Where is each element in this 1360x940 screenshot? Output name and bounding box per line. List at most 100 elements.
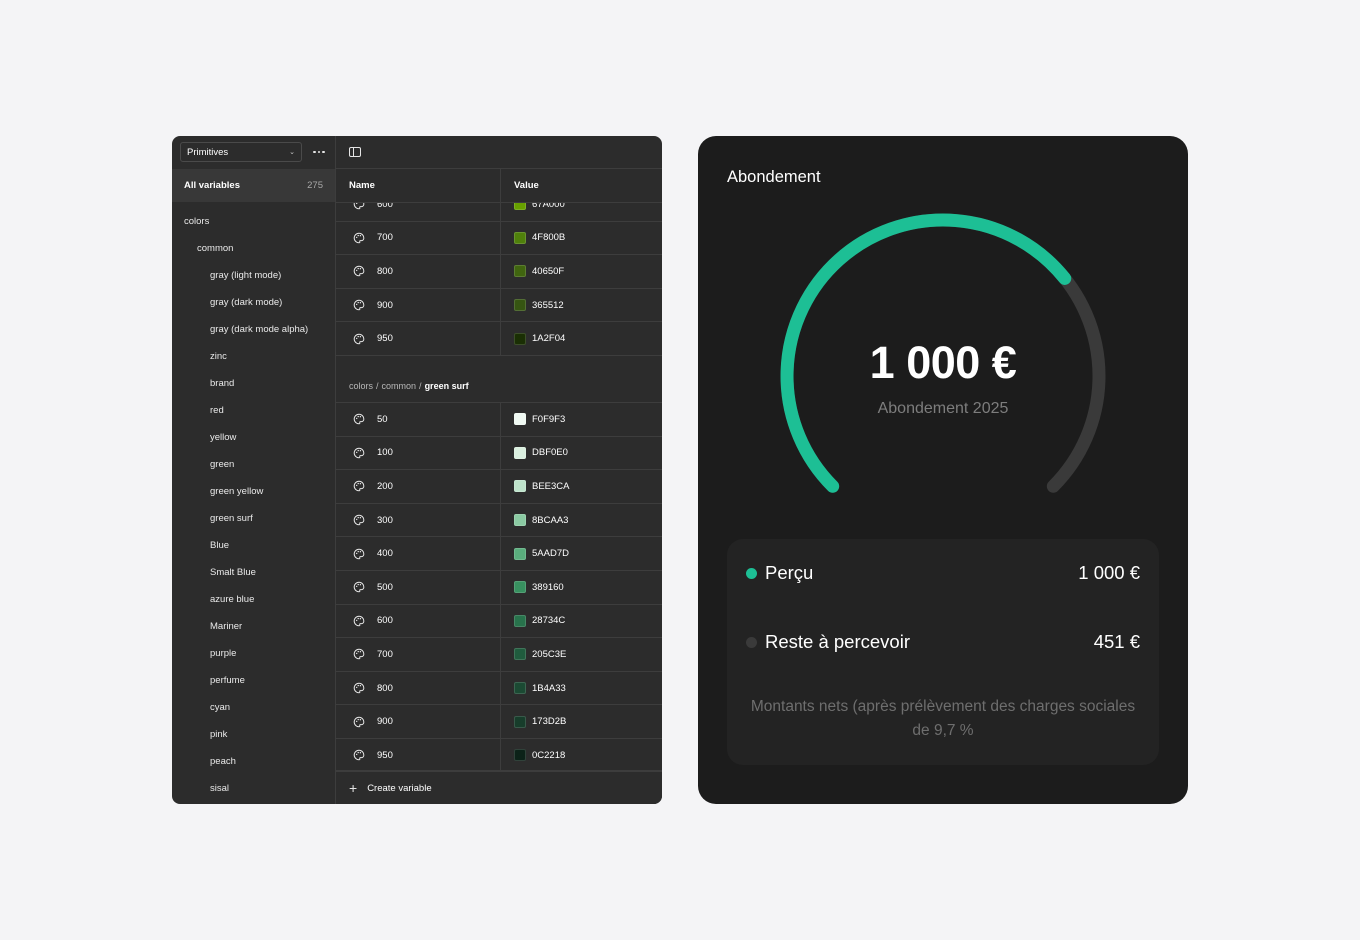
color-swatch <box>514 581 526 594</box>
variable-name: 300 <box>377 514 393 526</box>
variable-value: 365512 <box>532 299 564 311</box>
sidebar-group-item[interactable]: zinc <box>172 343 335 370</box>
sidebar-group-item[interactable]: cyan <box>172 694 335 721</box>
variable-value-cell[interactable]: F0F9F3 <box>501 403 565 436</box>
variable-value-cell[interactable]: 173D2B <box>501 705 566 738</box>
variable-value: 4F800B <box>532 232 566 244</box>
variable-value-cell[interactable]: 4F800B <box>501 222 565 255</box>
variable-value-cell[interactable]: 1B4A33 <box>501 672 566 705</box>
variable-value-cell[interactable]: 28734C <box>501 605 565 638</box>
chevron-down-icon: ⌄ <box>289 149 295 156</box>
sidebar-group-item[interactable]: common <box>172 235 335 262</box>
variable-row[interactable]: 800 1B4A33 <box>336 671 662 706</box>
sidebar-group-item[interactable]: colors <box>172 208 335 235</box>
variable-name-cell: 50 <box>336 402 501 436</box>
sidebar-toggle-icon[interactable] <box>349 147 361 157</box>
variable-row[interactable]: 600 28734C <box>336 604 662 639</box>
color-swatch <box>514 749 526 762</box>
variable-name-cell: 950 <box>336 322 501 355</box>
variable-row[interactable]: 600 67A000 <box>336 203 662 222</box>
more-options-button[interactable] <box>310 142 328 162</box>
sidebar-group-item[interactable]: peach <box>172 748 335 775</box>
variable-name: 800 <box>377 682 393 694</box>
summary-label: Reste à percevoir <box>765 631 910 652</box>
sidebar-group-item[interactable]: yellow <box>172 424 335 451</box>
sidebar-group-item[interactable]: purple <box>172 640 335 667</box>
variable-value: DBF0E0 <box>532 447 568 459</box>
sidebar-group-item[interactable]: green <box>172 451 335 478</box>
variable-value-cell[interactable]: 1A2F04 <box>501 322 565 355</box>
palette-icon <box>353 203 365 210</box>
sidebar-group-item[interactable]: Smalt Blue <box>172 559 335 586</box>
variable-row[interactable]: 800 40650F <box>336 255 662 289</box>
variable-value-cell[interactable]: BEE3CA <box>501 470 570 503</box>
summary-value: 451 € <box>1093 631 1140 652</box>
variable-value-cell[interactable]: 205C3E <box>501 638 566 671</box>
variable-name: 600 <box>377 203 393 210</box>
color-swatch <box>514 265 526 278</box>
sidebar-group-item[interactable]: gray (dark mode) <box>172 289 335 316</box>
color-swatch <box>514 332 526 345</box>
variable-value: F0F9F3 <box>532 413 566 425</box>
variable-row[interactable]: 200 BEE3CA <box>336 470 662 504</box>
variable-value-cell[interactable]: DBF0E0 <box>501 437 568 470</box>
sidebar-group-item[interactable]: perfume <box>172 667 335 694</box>
sidebar-group-item[interactable]: green surf <box>172 505 335 532</box>
sidebar-group-item[interactable]: sisal <box>172 775 335 802</box>
variable-name: 400 <box>377 548 393 560</box>
variable-name: 900 <box>377 299 393 311</box>
sidebar-group-item[interactable]: azure blue <box>172 586 335 613</box>
variable-value-cell[interactable]: 365512 <box>501 289 564 322</box>
variable-name-cell: 400 <box>336 537 501 570</box>
column-header-value: Value <box>514 180 539 191</box>
variable-value-cell[interactable]: 5AAD7D <box>501 537 569 570</box>
variable-name: 50 <box>377 413 388 425</box>
summary-label: Perçu <box>765 562 814 583</box>
sidebar-group-item[interactable]: gray (light mode) <box>172 262 335 289</box>
variable-name: 700 <box>377 648 393 660</box>
collection-select[interactable]: Primitives ⌄ <box>180 142 302 162</box>
variable-row[interactable]: 900 173D2B <box>336 705 662 739</box>
variable-name: 100 <box>377 447 393 459</box>
status-dot <box>746 636 757 648</box>
variable-value: 67A000 <box>532 203 565 210</box>
variable-value-cell[interactable]: 8BCAA3 <box>501 504 568 537</box>
sidebar-group-item[interactable]: pink <box>172 721 335 748</box>
create-variable-button[interactable]: + Create variable <box>336 770 662 804</box>
variable-value-cell[interactable]: 67A000 <box>501 203 565 221</box>
sidebar-group-item[interactable]: green yellow <box>172 478 335 505</box>
variable-row[interactable]: 900 365512 <box>336 288 662 323</box>
variable-value-cell[interactable]: 0C2218 <box>501 739 565 770</box>
summary-label-group: Reste à percevoir <box>746 631 910 653</box>
variable-name-cell: 800 <box>336 255 501 288</box>
sidebar-group-item[interactable]: red <box>172 397 335 424</box>
variable-name: 600 <box>377 615 393 627</box>
variable-row[interactable]: 950 1A2F04 <box>336 322 662 356</box>
variable-value-cell[interactable]: 40650F <box>501 255 564 288</box>
variable-row[interactable]: 700 205C3E <box>336 638 662 672</box>
rows-scroll-area[interactable]: 600 67A000 700 4F800B 800 40650F 900 365512 950 1… <box>336 203 662 770</box>
color-swatch <box>514 648 526 661</box>
variable-row[interactable]: 500 389160 <box>336 570 662 605</box>
breadcrumb-part: common <box>381 380 417 391</box>
variable-row[interactable]: 950 0C2218 <box>336 738 662 770</box>
sidebar-group-item[interactable]: Mariner <box>172 613 335 640</box>
variable-row[interactable]: 700 4F800B <box>336 221 662 256</box>
sidebar-group-item[interactable]: Blue <box>172 532 335 559</box>
variable-row[interactable]: 50 F0F9F3 <box>336 402 662 437</box>
more-dot <box>317 150 321 154</box>
variable-name-cell: 100 <box>336 436 501 470</box>
palette-icon <box>353 232 365 244</box>
variable-row[interactable]: 100 DBF0E0 <box>336 436 662 471</box>
sidebar-group-item[interactable]: gray (dark mode alpha) <box>172 316 335 343</box>
variable-row[interactable]: 300 8BCAA3 <box>336 503 662 538</box>
all-variables-item[interactable]: All variables 275 <box>172 169 335 202</box>
color-swatch <box>514 203 526 211</box>
sidebar-group-item[interactable]: brand <box>172 370 335 397</box>
variable-name-cell: 900 <box>336 288 501 322</box>
color-swatch <box>514 413 526 426</box>
variable-name-cell: 700 <box>336 221 501 255</box>
summary-row-received: Perçu 1 000 € <box>746 561 1140 585</box>
variable-row[interactable]: 400 5AAD7D <box>336 537 662 571</box>
variable-value-cell[interactable]: 389160 <box>501 571 564 604</box>
